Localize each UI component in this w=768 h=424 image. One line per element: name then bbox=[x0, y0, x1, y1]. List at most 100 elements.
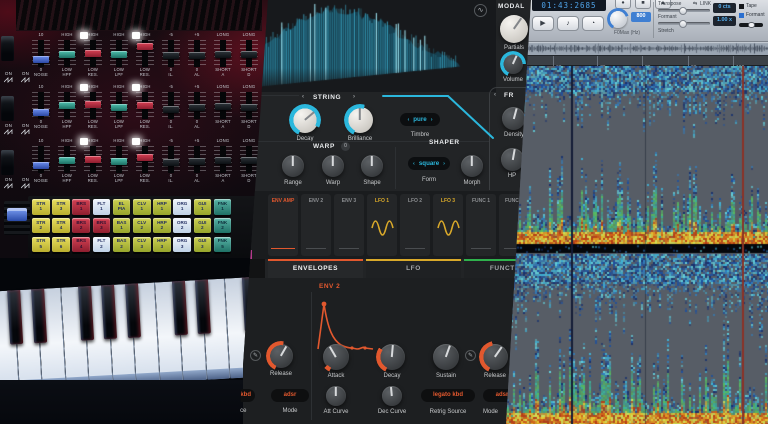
slider[interactable] bbox=[32, 40, 50, 67]
preset-button[interactable]: GUI3 bbox=[194, 237, 212, 253]
slider[interactable] bbox=[84, 40, 102, 67]
form-selector[interactable]: ‹ square › bbox=[408, 157, 450, 170]
slider-cap[interactable] bbox=[215, 103, 231, 110]
string-prev-icon[interactable]: ‹ bbox=[302, 94, 304, 100]
volume-knob[interactable] bbox=[503, 54, 523, 74]
preset-button[interactable]: FNK1 bbox=[214, 199, 232, 215]
preset-button[interactable]: CLV1 bbox=[133, 199, 151, 215]
preset-button[interactable]: HRP3 bbox=[153, 237, 171, 253]
waveform-switch[interactable]: ON bbox=[2, 177, 15, 189]
warp-knob[interactable] bbox=[322, 155, 344, 177]
play-button[interactable]: ▶ bbox=[532, 16, 554, 31]
transpose-slider[interactable] bbox=[658, 9, 710, 12]
stop-button[interactable]: ■ bbox=[635, 0, 651, 9]
slider[interactable] bbox=[84, 92, 102, 119]
slider[interactable] bbox=[84, 146, 102, 173]
slider[interactable] bbox=[110, 146, 128, 173]
pencil-icon[interactable]: ✎ bbox=[465, 350, 476, 361]
slider-cap[interactable] bbox=[59, 51, 75, 58]
preset-button[interactable]: FNK2 bbox=[214, 218, 232, 234]
range-knob[interactable] bbox=[282, 155, 304, 177]
preset-button[interactable]: STR1 bbox=[32, 199, 50, 215]
preset-button[interactable]: FLT2 bbox=[93, 237, 111, 253]
section-tab[interactable]: ENVELOPES bbox=[268, 259, 363, 278]
slider[interactable] bbox=[240, 146, 258, 173]
slider-cap[interactable] bbox=[241, 104, 257, 111]
brilliance-knob[interactable] bbox=[347, 107, 373, 133]
slider-cap[interactable] bbox=[137, 102, 153, 109]
link-label[interactable]: LINK bbox=[700, 1, 711, 7]
slider[interactable] bbox=[240, 92, 258, 119]
slider-cap[interactable] bbox=[111, 51, 127, 58]
preset-button[interactable]: GUI1 bbox=[194, 199, 212, 215]
slider[interactable] bbox=[136, 146, 154, 173]
preset-button[interactable]: STR6 bbox=[52, 237, 70, 253]
slider[interactable] bbox=[162, 40, 180, 67]
preset-button[interactable]: STR5 bbox=[32, 237, 50, 253]
f0max-knob[interactable] bbox=[609, 10, 627, 28]
slider[interactable] bbox=[162, 92, 180, 119]
pencil-icon[interactable]: ✎ bbox=[250, 350, 261, 361]
timbre-selector[interactable]: ‹ pure › bbox=[400, 113, 440, 126]
preset-button[interactable]: ORG2 bbox=[173, 218, 191, 234]
slider-cap[interactable] bbox=[137, 154, 153, 161]
formant-slider[interactable] bbox=[658, 22, 710, 25]
hp-knob[interactable] bbox=[501, 148, 524, 171]
slider[interactable] bbox=[214, 146, 232, 173]
slider-cap[interactable] bbox=[215, 51, 231, 58]
f0max-value[interactable]: 800 bbox=[631, 12, 651, 22]
preset-button[interactable]: HRP2 bbox=[153, 218, 171, 234]
att-curve-knob[interactable] bbox=[326, 386, 346, 406]
slider[interactable] bbox=[110, 40, 128, 67]
mod-tab[interactable]: ENV 3 bbox=[334, 194, 364, 256]
preset-button[interactable]: GUI2 bbox=[194, 218, 212, 234]
slider[interactable] bbox=[32, 92, 50, 119]
slider[interactable] bbox=[58, 92, 76, 119]
attack-knob[interactable] bbox=[323, 344, 349, 370]
slider[interactable] bbox=[188, 40, 206, 67]
slider-cap[interactable] bbox=[189, 52, 205, 59]
preset-button[interactable]: STR3 bbox=[52, 199, 70, 215]
slider[interactable] bbox=[162, 146, 180, 173]
slider[interactable] bbox=[214, 92, 232, 119]
slider-cap[interactable] bbox=[85, 156, 101, 163]
preset-button[interactable]: FLT1 bbox=[93, 199, 111, 215]
release-left-knob[interactable] bbox=[269, 344, 293, 368]
slider[interactable] bbox=[188, 146, 206, 173]
slider-cap[interactable] bbox=[137, 43, 153, 50]
slider-cap[interactable] bbox=[85, 50, 101, 57]
formant-value[interactable]: 1.00 x bbox=[713, 16, 736, 26]
slider[interactable] bbox=[188, 92, 206, 119]
blue-fader[interactable] bbox=[4, 201, 30, 235]
slider[interactable] bbox=[136, 92, 154, 119]
mod-tab[interactable]: LFO 1 bbox=[367, 194, 397, 256]
dec-curve-knob[interactable] bbox=[382, 386, 402, 406]
waveform-switch[interactable]: ON bbox=[2, 71, 15, 83]
partials-knob[interactable] bbox=[500, 15, 528, 43]
mix-mini-slider[interactable] bbox=[739, 23, 763, 27]
preset-button[interactable]: ORG3 bbox=[173, 237, 191, 253]
slider-cap[interactable] bbox=[111, 158, 127, 165]
slider-cap[interactable] bbox=[59, 102, 75, 109]
string-next-icon[interactable]: › bbox=[353, 94, 355, 100]
tape-checkbox[interactable]: Tape bbox=[739, 3, 767, 9]
preset-button[interactable]: CLV3 bbox=[133, 237, 151, 253]
mode-button[interactable]: adsr bbox=[271, 389, 309, 402]
transpose-value[interactable]: 0 cts bbox=[713, 3, 736, 13]
preset-button[interactable]: STR2 bbox=[32, 218, 50, 234]
slider-cap[interactable] bbox=[33, 162, 49, 169]
slider-cap[interactable] bbox=[189, 104, 205, 111]
preset-button[interactable]: HRP1 bbox=[153, 199, 171, 215]
preset-button[interactable]: ELPIA bbox=[113, 199, 131, 215]
slider-cap[interactable] bbox=[163, 159, 179, 166]
slider-cap[interactable] bbox=[215, 157, 231, 164]
mod-tab[interactable]: ENV AMP bbox=[268, 194, 298, 256]
slider[interactable] bbox=[136, 40, 154, 67]
density-knob[interactable] bbox=[502, 107, 525, 130]
section-tab[interactable]: LFO bbox=[366, 259, 461, 278]
preset-button[interactable]: ORG1 bbox=[173, 199, 191, 215]
preset-button[interactable]: BRS4 bbox=[72, 237, 90, 253]
timeline-ruler[interactable]: 60s70s80s90s100s bbox=[505, 55, 768, 66]
waveform-switch[interactable]: ON bbox=[2, 123, 15, 135]
mod-tab[interactable]: LFO 3 bbox=[433, 194, 463, 256]
